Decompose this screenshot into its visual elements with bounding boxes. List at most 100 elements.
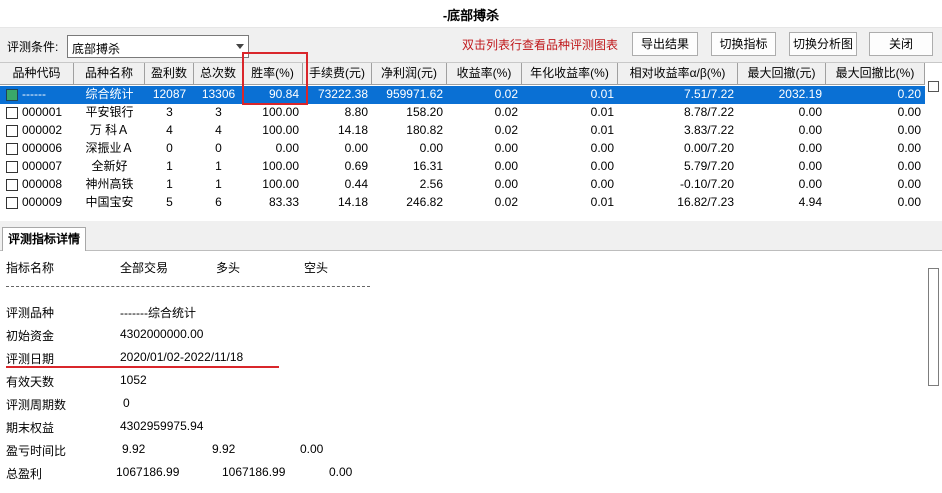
detail-label: 评测周期数 bbox=[6, 398, 67, 412]
table-cell: 5.79/7.20 bbox=[683, 159, 734, 173]
switch-metric-button[interactable]: 切换指标 bbox=[711, 32, 776, 56]
table-cell: 000001 bbox=[22, 105, 63, 119]
table-cell: 73222.38 bbox=[317, 87, 368, 101]
table-cell: 0.20 bbox=[897, 87, 921, 101]
table-row[interactable]: 000008 神州高铁 1 1 100.00 0.44 2.56 0.00 0.00 -0.10/… bbox=[0, 176, 925, 194]
detail-header-long: 多头 bbox=[216, 261, 241, 275]
table-cell: 13306 bbox=[201, 87, 236, 101]
table-cell: 000002 bbox=[22, 123, 63, 137]
detail-value: 0.00 bbox=[329, 465, 353, 479]
table-cell: 100.00 bbox=[262, 177, 299, 191]
tab-metric-details[interactable]: 评测指标详情 bbox=[2, 227, 87, 251]
table-row[interactable]: 000002 万 科Ａ 4 4 100.00 14.18 180.82 0.02 0.01 3.8… bbox=[0, 122, 925, 140]
table-row[interactable]: 000007 全新好 1 1 100.00 0.69 16.31 0.00 0.00 5.79/7… bbox=[0, 158, 925, 176]
table-cell: 100.00 bbox=[262, 159, 299, 173]
vertical-scrollbar[interactable] bbox=[928, 268, 939, 386]
table-cell: -0.10/7.20 bbox=[679, 177, 734, 191]
condition-select[interactable]: 底部搏杀 bbox=[67, 35, 249, 58]
detail-value: 4302000000.00 bbox=[120, 327, 204, 341]
table-cell: 3 bbox=[166, 105, 173, 119]
table-cell: 000006 bbox=[22, 141, 63, 155]
condition-value: 底部搏杀 bbox=[72, 42, 121, 56]
detail-value: 9.92 bbox=[212, 442, 236, 456]
table-cell: 0.00 bbox=[897, 195, 921, 209]
table-cell: 2032.19 bbox=[778, 87, 822, 101]
table-cell: 0.00 bbox=[275, 141, 299, 155]
column-header[interactable]: 最大回撤(元) bbox=[738, 63, 826, 85]
column-header[interactable]: 手续费(元) bbox=[303, 63, 372, 85]
column-header[interactable]: 品种名称 bbox=[74, 63, 145, 85]
detail-panel: 指标名称 全部交易 多头 空头 评测品种 -------综合统计 初始资金 43020… bbox=[0, 252, 928, 493]
table-cell: 16.82/7.23 bbox=[677, 195, 734, 209]
table-cell: 3 bbox=[215, 105, 222, 119]
table-cell: 0.00 bbox=[897, 177, 921, 191]
table-cell: 0.02 bbox=[494, 105, 518, 119]
table-cell: 0.01 bbox=[590, 105, 614, 119]
table-cell: 0.00 bbox=[494, 159, 518, 173]
detail-label: 盈亏时间比 bbox=[6, 444, 67, 458]
export-button[interactable]: 导出结果 bbox=[632, 32, 698, 56]
table-row[interactable]: 000006 深振业Ａ 0 0 0.00 0.00 0.00 0.00 0.00 0.00/7.2… bbox=[0, 140, 925, 158]
table-cell: 0.00/7.20 bbox=[683, 141, 734, 155]
table-cell: 平安银行 bbox=[85, 105, 134, 119]
table-cell: 0 bbox=[215, 141, 222, 155]
table-cell: 0.00 bbox=[897, 141, 921, 155]
table-row[interactable]: 000001 平安银行 3 3 100.00 8.80 158.20 0.02 0.01 8.78… bbox=[0, 104, 925, 122]
column-header[interactable]: 净利润(元) bbox=[372, 63, 447, 85]
detail-header-name: 指标名称 bbox=[6, 261, 55, 275]
column-header[interactable]: 年化收益率(%) bbox=[522, 63, 618, 85]
column-header[interactable]: 总次数 bbox=[194, 63, 243, 85]
table-cell: 0.00 bbox=[798, 177, 822, 191]
table-cell: 0.00 bbox=[897, 159, 921, 173]
detail-label: 评测品种 bbox=[6, 306, 55, 320]
detail-value: 1052 bbox=[120, 373, 147, 387]
scroll-checkbox[interactable] bbox=[928, 81, 939, 92]
table-cell: 0.00 bbox=[897, 105, 921, 119]
table-cell: 12087 bbox=[152, 87, 187, 101]
table-cell: 0.00 bbox=[590, 141, 614, 155]
table-cell: 3.83/7.22 bbox=[683, 123, 734, 137]
table-cell: 0.44 bbox=[344, 177, 368, 191]
table-cell: 83.33 bbox=[268, 195, 299, 209]
column-header[interactable]: 品种代码 bbox=[0, 63, 74, 85]
detail-value: 0 bbox=[123, 396, 130, 410]
title-bar: -底部搏杀 bbox=[0, 0, 942, 28]
table-cell: 14.18 bbox=[337, 123, 368, 137]
table-cell: 100.00 bbox=[262, 105, 299, 119]
chevron-down-icon[interactable] bbox=[236, 44, 244, 49]
table-cell: 8.78/7.22 bbox=[683, 105, 734, 119]
table-cell: 深振业Ａ bbox=[85, 141, 134, 155]
table-cell: 100.00 bbox=[262, 123, 299, 137]
table-cell: 0.00 bbox=[798, 123, 822, 137]
table-row[interactable]: 000009 中国宝安 5 6 83.33 14.18 246.82 0.02 0.01 16.8… bbox=[0, 194, 925, 212]
table-cell: 0.00 bbox=[419, 141, 443, 155]
table-cell: 0.01 bbox=[590, 123, 614, 137]
table-cell: 959971.62 bbox=[386, 87, 443, 101]
column-header[interactable]: 相对收益率α/β(%) bbox=[618, 63, 738, 85]
detail-label: 有效天数 bbox=[6, 375, 55, 389]
detail-header-short: 空头 bbox=[304, 261, 329, 275]
table-cell: 1 bbox=[166, 177, 173, 191]
column-header[interactable]: 最大回撤比(%) bbox=[826, 63, 925, 85]
table-cell: 4 bbox=[215, 123, 222, 137]
close-button[interactable]: 关闭 bbox=[869, 32, 933, 56]
detail-value: 4302959975.94 bbox=[120, 419, 204, 433]
table-cell: 1 bbox=[215, 177, 222, 191]
table-cell: ------ bbox=[22, 87, 46, 101]
table-cell: 000007 bbox=[22, 159, 63, 173]
detail-label: 初始资金 bbox=[6, 329, 55, 343]
table-cell: 0.00 bbox=[798, 105, 822, 119]
column-header[interactable]: 收益率(%) bbox=[447, 63, 522, 85]
detail-value: -------综合统计 bbox=[120, 306, 196, 320]
column-header[interactable]: 盈利数 bbox=[145, 63, 194, 85]
detail-value: 1067186.99 bbox=[116, 465, 180, 479]
table-cell: 180.82 bbox=[406, 123, 443, 137]
table-cell: 0.00 bbox=[798, 141, 822, 155]
table-row[interactable]: ------ 综合统计 12087 13306 90.84 73222.38 959971.… bbox=[0, 86, 925, 104]
table-cell: 万 科Ａ bbox=[89, 123, 130, 137]
table-cell: 16.31 bbox=[412, 159, 443, 173]
table-cell: 神州高铁 bbox=[85, 177, 134, 191]
table-cell: 2.56 bbox=[419, 177, 443, 191]
results-table: 品种代码 品种名称 盈利数 总次数 胜率(%) 手续费(元) 净利润(元) 收益率(%) 年化收… bbox=[0, 62, 942, 221]
switch-chart-button[interactable]: 切换分析图 bbox=[789, 32, 857, 56]
